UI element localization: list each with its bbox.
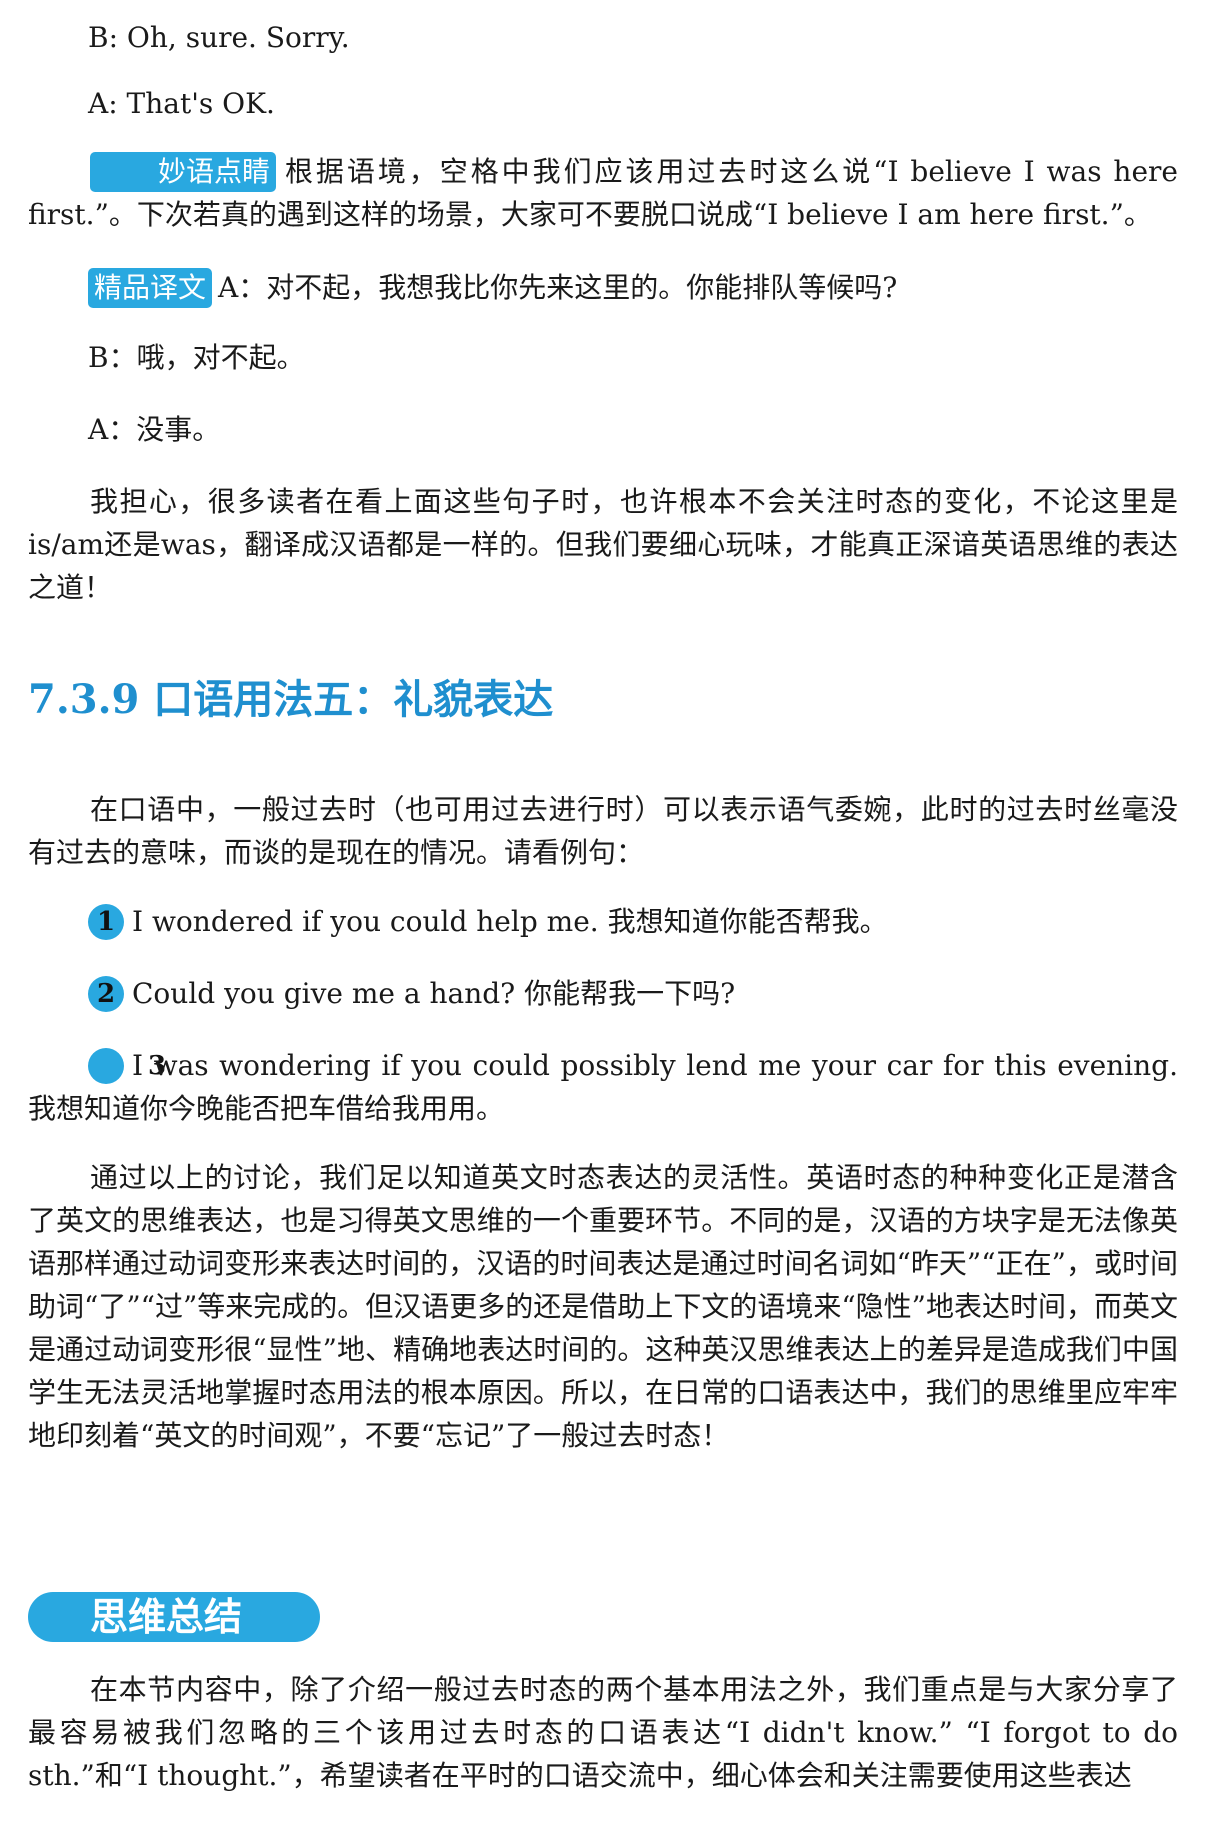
dialogue-b-line: B: Oh, sure. Sorry. [88, 21, 350, 54]
translation-a-line: 精品译文 A：对不起，我想我比你先来这里的。你能排队等候吗? [88, 266, 897, 310]
section-intro: 在口语中，一般过去时（也可用过去进行时）可以表示语气委婉，此时的过去时丝毫没有过… [28, 793, 1178, 869]
example-item: 3I was wondering if you could possibly l… [28, 1044, 1178, 1130]
translation-b-line: B：哦，对不起。 [88, 341, 305, 374]
translation-a2-line: A：没事。 [88, 413, 221, 446]
example-number-badge: 2 [88, 976, 124, 1012]
document-page: B: Oh, sure. Sorry. A: That's OK. 妙语点睛 根据… [0, 0, 1207, 1828]
example-item: 2 Could you give me a hand? 你能帮我一下吗? [88, 972, 735, 1016]
example-text: Could you give me a hand? 你能帮我一下吗? [132, 977, 736, 1010]
insight-paragraph: 妙语点睛 根据语境，空格中我们应该用过去时这么说“I believe I was … [28, 150, 1178, 236]
example-text: I wondered if you could help me. 我想知道你能否… [132, 905, 888, 938]
example-number-badge: 1 [88, 904, 124, 940]
translation-a-text: A：对不起，我想我比你先来这里的。你能排队等候吗? [218, 271, 898, 304]
example-item: 1I wondered if you could help me. 我想知道你能… [88, 900, 888, 944]
summary-label: 思维总结 [90, 1594, 243, 1639]
section-heading: 7.3.9 口语用法五：礼貌表达 [28, 676, 554, 723]
discussion-paragraph: 通过以上的讨论，我们足以知道英文时态表达的灵活性。英语时态的种种变化正是潜含了英… [28, 1161, 1178, 1452]
dialogue-a-line: A: That's OK. [88, 87, 275, 120]
insight-tag: 妙语点睛 [90, 152, 277, 192]
summary-paragraph: 在本节内容中，除了介绍一般过去时态的两个基本用法之外，我们重点是与大家分享了最容… [28, 1673, 1178, 1792]
example-text: I was wondering if you could possibly le… [28, 1049, 1178, 1125]
summary-label-pill: 思维总结 [28, 1592, 320, 1642]
translation-tag: 精品译文 [88, 268, 213, 308]
example-number-badge: 3 [88, 1048, 166, 1084]
worry-paragraph: 我担心，很多读者在看上面这些句子时，也许根本不会关注时态的变化，不论这里是is/… [28, 485, 1178, 604]
